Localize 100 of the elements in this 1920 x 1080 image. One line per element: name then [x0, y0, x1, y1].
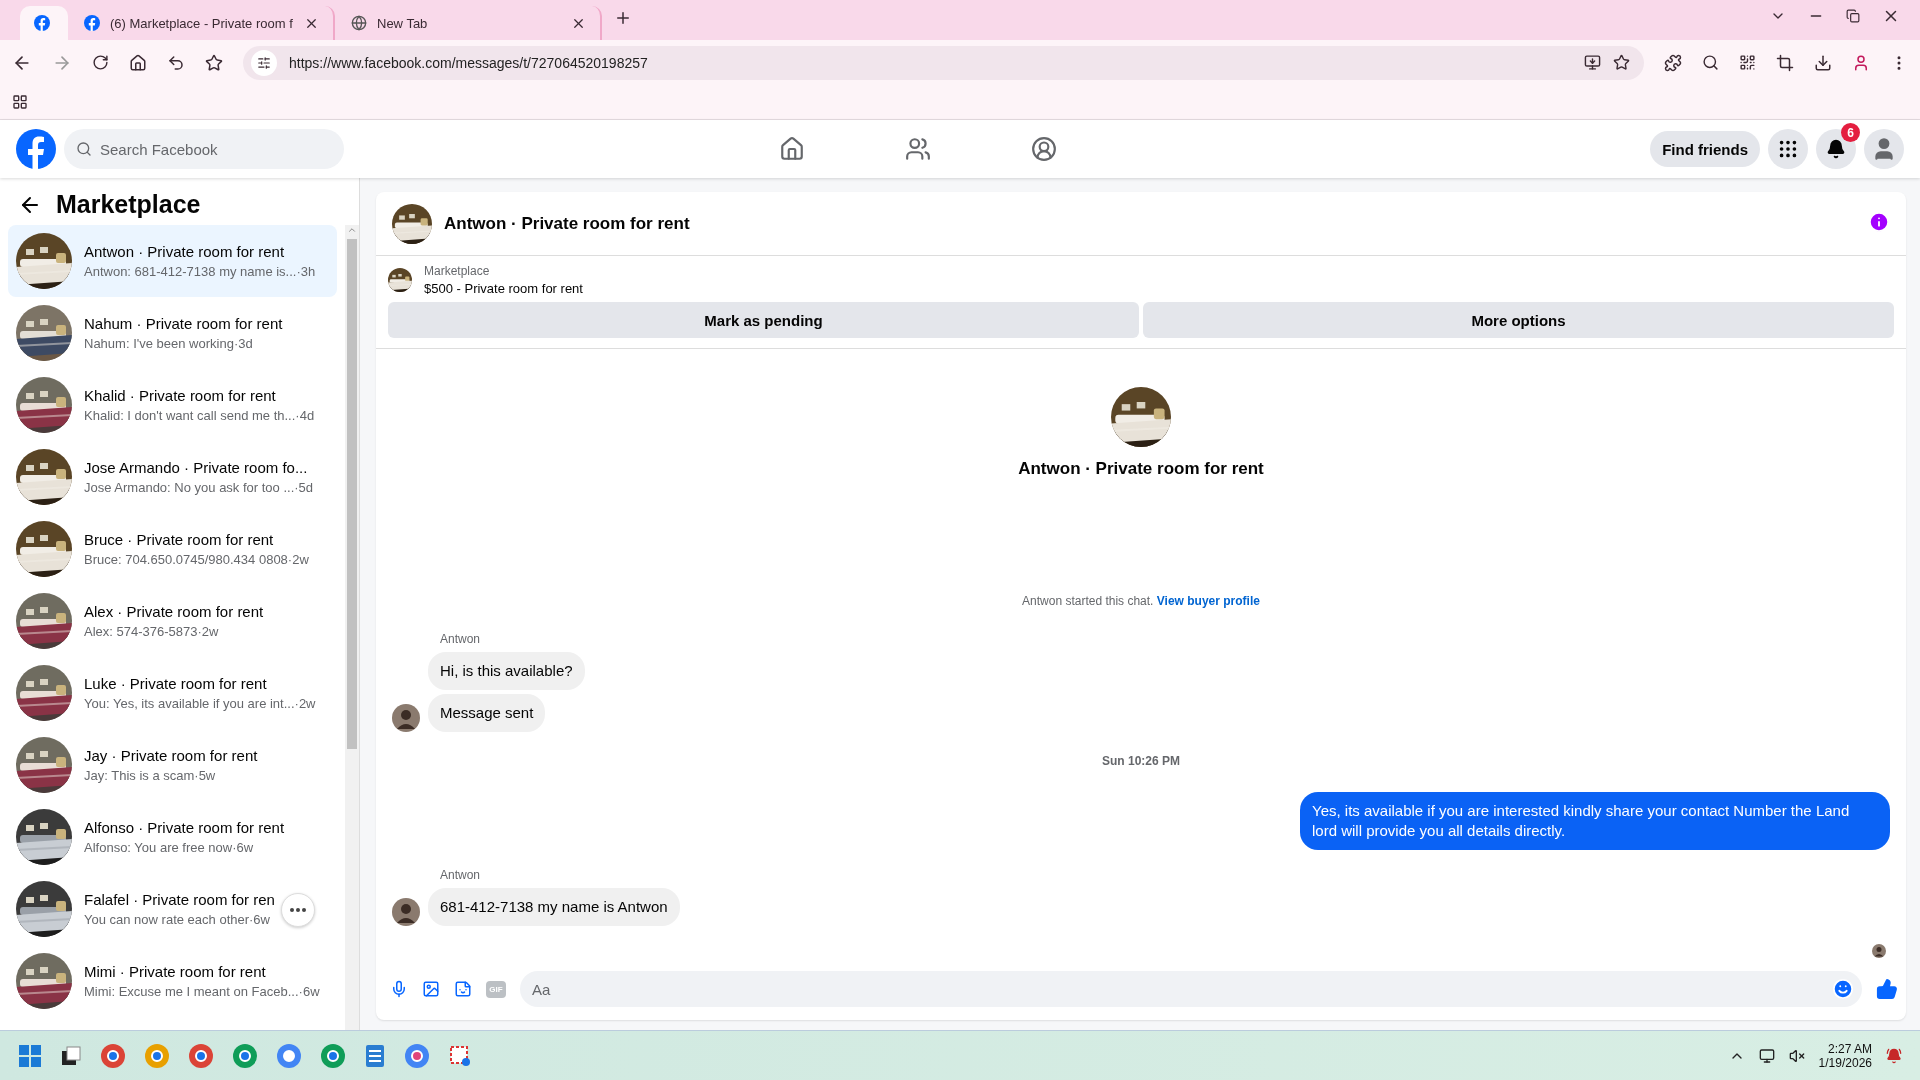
bookmark-icon[interactable] — [205, 53, 223, 72]
message-preview: Mimi: Excuse me I meant on Faceb... — [84, 984, 299, 999]
app-icon[interactable] — [188, 1042, 214, 1069]
conversation-name: Jay · Private room for rent — [84, 747, 258, 764]
sender-name: Antwon — [440, 868, 482, 882]
conversation-name: Antwon · Private room for rent — [84, 243, 286, 260]
scrollbar-thumb[interactable] — [347, 239, 357, 749]
message-preview: Jose Armando: No you ask for too ... — [84, 480, 295, 495]
message-bubble: Hi, is this available? — [428, 652, 585, 690]
logo-icon[interactable] — [16, 129, 56, 169]
conversation-item[interactable]: Luke · Private room for rent You: Yes, its available if you are int...·2w — [8, 657, 337, 729]
home-icon[interactable] — [129, 53, 147, 72]
profile-title: Antwon · Private room for rent — [1018, 459, 1264, 479]
listing-button[interactable]: Mark as pending — [388, 302, 1139, 338]
apps-icon[interactable] — [12, 94, 28, 110]
sender-name: Antwon — [440, 632, 482, 646]
notification-icon[interactable] — [1886, 1047, 1902, 1064]
profile-icon[interactable] — [1852, 53, 1870, 72]
grid-icon — [1777, 138, 1799, 160]
sticker-icon[interactable] — [454, 980, 472, 998]
logo-icon — [34, 15, 50, 31]
profile-icon[interactable] — [1031, 136, 1057, 162]
conversation-item[interactable]: Jose Armando · Private room fo... Jose Armando: No you ask for too ...·5d — [8, 441, 337, 513]
message-time: ·5w — [194, 768, 216, 783]
app-icon[interactable] — [320, 1042, 346, 1069]
install-icon[interactable] — [1584, 54, 1601, 71]
extensions-icon[interactable] — [1664, 53, 1682, 72]
qr-code-icon[interactable] — [1739, 54, 1756, 71]
conversation-item[interactable]: Nahum · Private room for rent Nahum: I've been working·3d — [8, 297, 337, 369]
sidebar-title: Marketplace — [56, 190, 201, 219]
like-icon[interactable] — [1876, 978, 1898, 1000]
undo-icon[interactable] — [167, 53, 185, 72]
notifications-button[interactable] — [1816, 129, 1856, 169]
conversation-item[interactable]: Bruce · Private room for rent Bruce: 704.650.0745/980.434 0808·2w — [8, 513, 337, 585]
message-preview: Khalid: I don't want call send me th... — [84, 408, 296, 423]
emoji-icon[interactable] — [1832, 978, 1854, 1000]
conversation-item[interactable]: Falafel · Private room for ren You can now rate each other·6w — [8, 873, 337, 945]
app-icon[interactable] — [276, 1042, 302, 1069]
message-preview: Bruce: 704.650.0745/980.434 0808 — [84, 552, 288, 567]
find-friends-button[interactable]: Find friends — [1650, 131, 1760, 167]
tab-title: New Tab — [377, 15, 429, 31]
reload-icon[interactable] — [92, 54, 109, 71]
network-icon[interactable] — [1758, 1047, 1775, 1064]
conversation-item[interactable]: Alex · Private room for rent Alex: 574-376-5873·2w — [8, 585, 337, 657]
listing-title: $500 - Private room for rent — [424, 281, 583, 296]
conversation-item[interactable]: Khalid · Private room for rent Khalid: I don't want call send me th...·4d — [8, 369, 337, 441]
chat-title: Antwon · Private room for rent — [444, 213, 690, 234]
account-button[interactable] — [1864, 129, 1904, 169]
message-time: ·2w — [287, 552, 309, 567]
message-time: ·2w — [294, 696, 316, 711]
message-time: ·6w — [298, 984, 320, 999]
message-time: ·6w — [232, 840, 254, 855]
message-field[interactable]: Aa — [520, 971, 1862, 1007]
conversation-name: Alfonso · Private room for rent — [84, 819, 285, 836]
buyer-profile-link[interactable]: View buyer profile — [1156, 594, 1260, 608]
app-icon[interactable] — [232, 1042, 258, 1069]
restore-icon[interactable] — [1846, 9, 1860, 23]
notepad-icon[interactable] — [364, 1042, 386, 1069]
bookmark-icon[interactable] — [1613, 54, 1630, 71]
bell-icon — [1826, 139, 1846, 159]
image-icon[interactable] — [422, 980, 440, 998]
search-field[interactable]: Search Facebook — [64, 129, 344, 169]
crop-icon[interactable] — [1776, 53, 1794, 72]
conversation-item[interactable]: Alfonso · Private room for rent Alfonso: You are free now·6w — [8, 801, 337, 873]
search-icon[interactable] — [1702, 54, 1719, 71]
app-icon[interactable] — [100, 1042, 126, 1069]
new-tab-icon[interactable] — [614, 9, 632, 27]
conversation-name: Alex · Private room for rent — [84, 603, 264, 620]
conversation-item[interactable]: Mimi · Private room for rent Mimi: Excuse me I meant on Faceb...·6w — [8, 945, 337, 1017]
listing-button[interactable]: More options — [1143, 302, 1894, 338]
conversation-name: Nahum · Private room for rent — [84, 315, 283, 332]
app-icon[interactable] — [404, 1042, 430, 1069]
volume-muted-icon[interactable] — [1788, 1047, 1805, 1064]
address-bar[interactable]: https://www.facebook.com/messages/t/727064520198257 — [243, 45, 1644, 80]
download-icon[interactable] — [1814, 53, 1832, 72]
message-time: ·5d — [294, 480, 314, 495]
friends-icon[interactable] — [905, 136, 931, 162]
message-time: ·3h — [296, 264, 316, 279]
clock[interactable]: 2:27 AM 1/19/2026 — [1818, 1041, 1872, 1070]
conversation-item[interactable]: Antwon · Private room for rent Antwon: 681-412-7138 my name is...·3h — [8, 225, 337, 297]
task-view-icon[interactable] — [60, 1044, 82, 1067]
conversation-item[interactable]: Jay · Private room for rent Jay: This is a scam·5w — [8, 729, 337, 801]
listing-source: Marketplace — [424, 264, 491, 278]
info-icon[interactable] — [1868, 210, 1890, 233]
conversation-name: Falafel · Private room for ren — [84, 891, 275, 908]
message-bubble: 681-412-7138 my name is Antwon — [428, 888, 680, 926]
more-button[interactable] — [281, 893, 315, 927]
microphone-icon[interactable] — [390, 980, 408, 998]
logo-icon — [84, 15, 100, 31]
avatar-icon — [392, 704, 420, 732]
start-icon[interactable] — [18, 1043, 42, 1068]
site-settings-icon[interactable] — [257, 55, 271, 70]
browser-tab[interactable] — [20, 6, 68, 40]
message-time: ·2w — [197, 624, 219, 639]
home-icon[interactable] — [779, 136, 805, 162]
system-message: Antwon started this chat. View buyer profile — [1022, 594, 1260, 608]
menu-button[interactable] — [1768, 129, 1808, 169]
app-icon[interactable] — [144, 1042, 170, 1069]
message-preview: Alfonso: You are free now — [84, 840, 233, 855]
message-bubble: Yes, its available if you are interested kindly share your contact Number the Land lord will provide you all details directly. — [1300, 792, 1890, 850]
